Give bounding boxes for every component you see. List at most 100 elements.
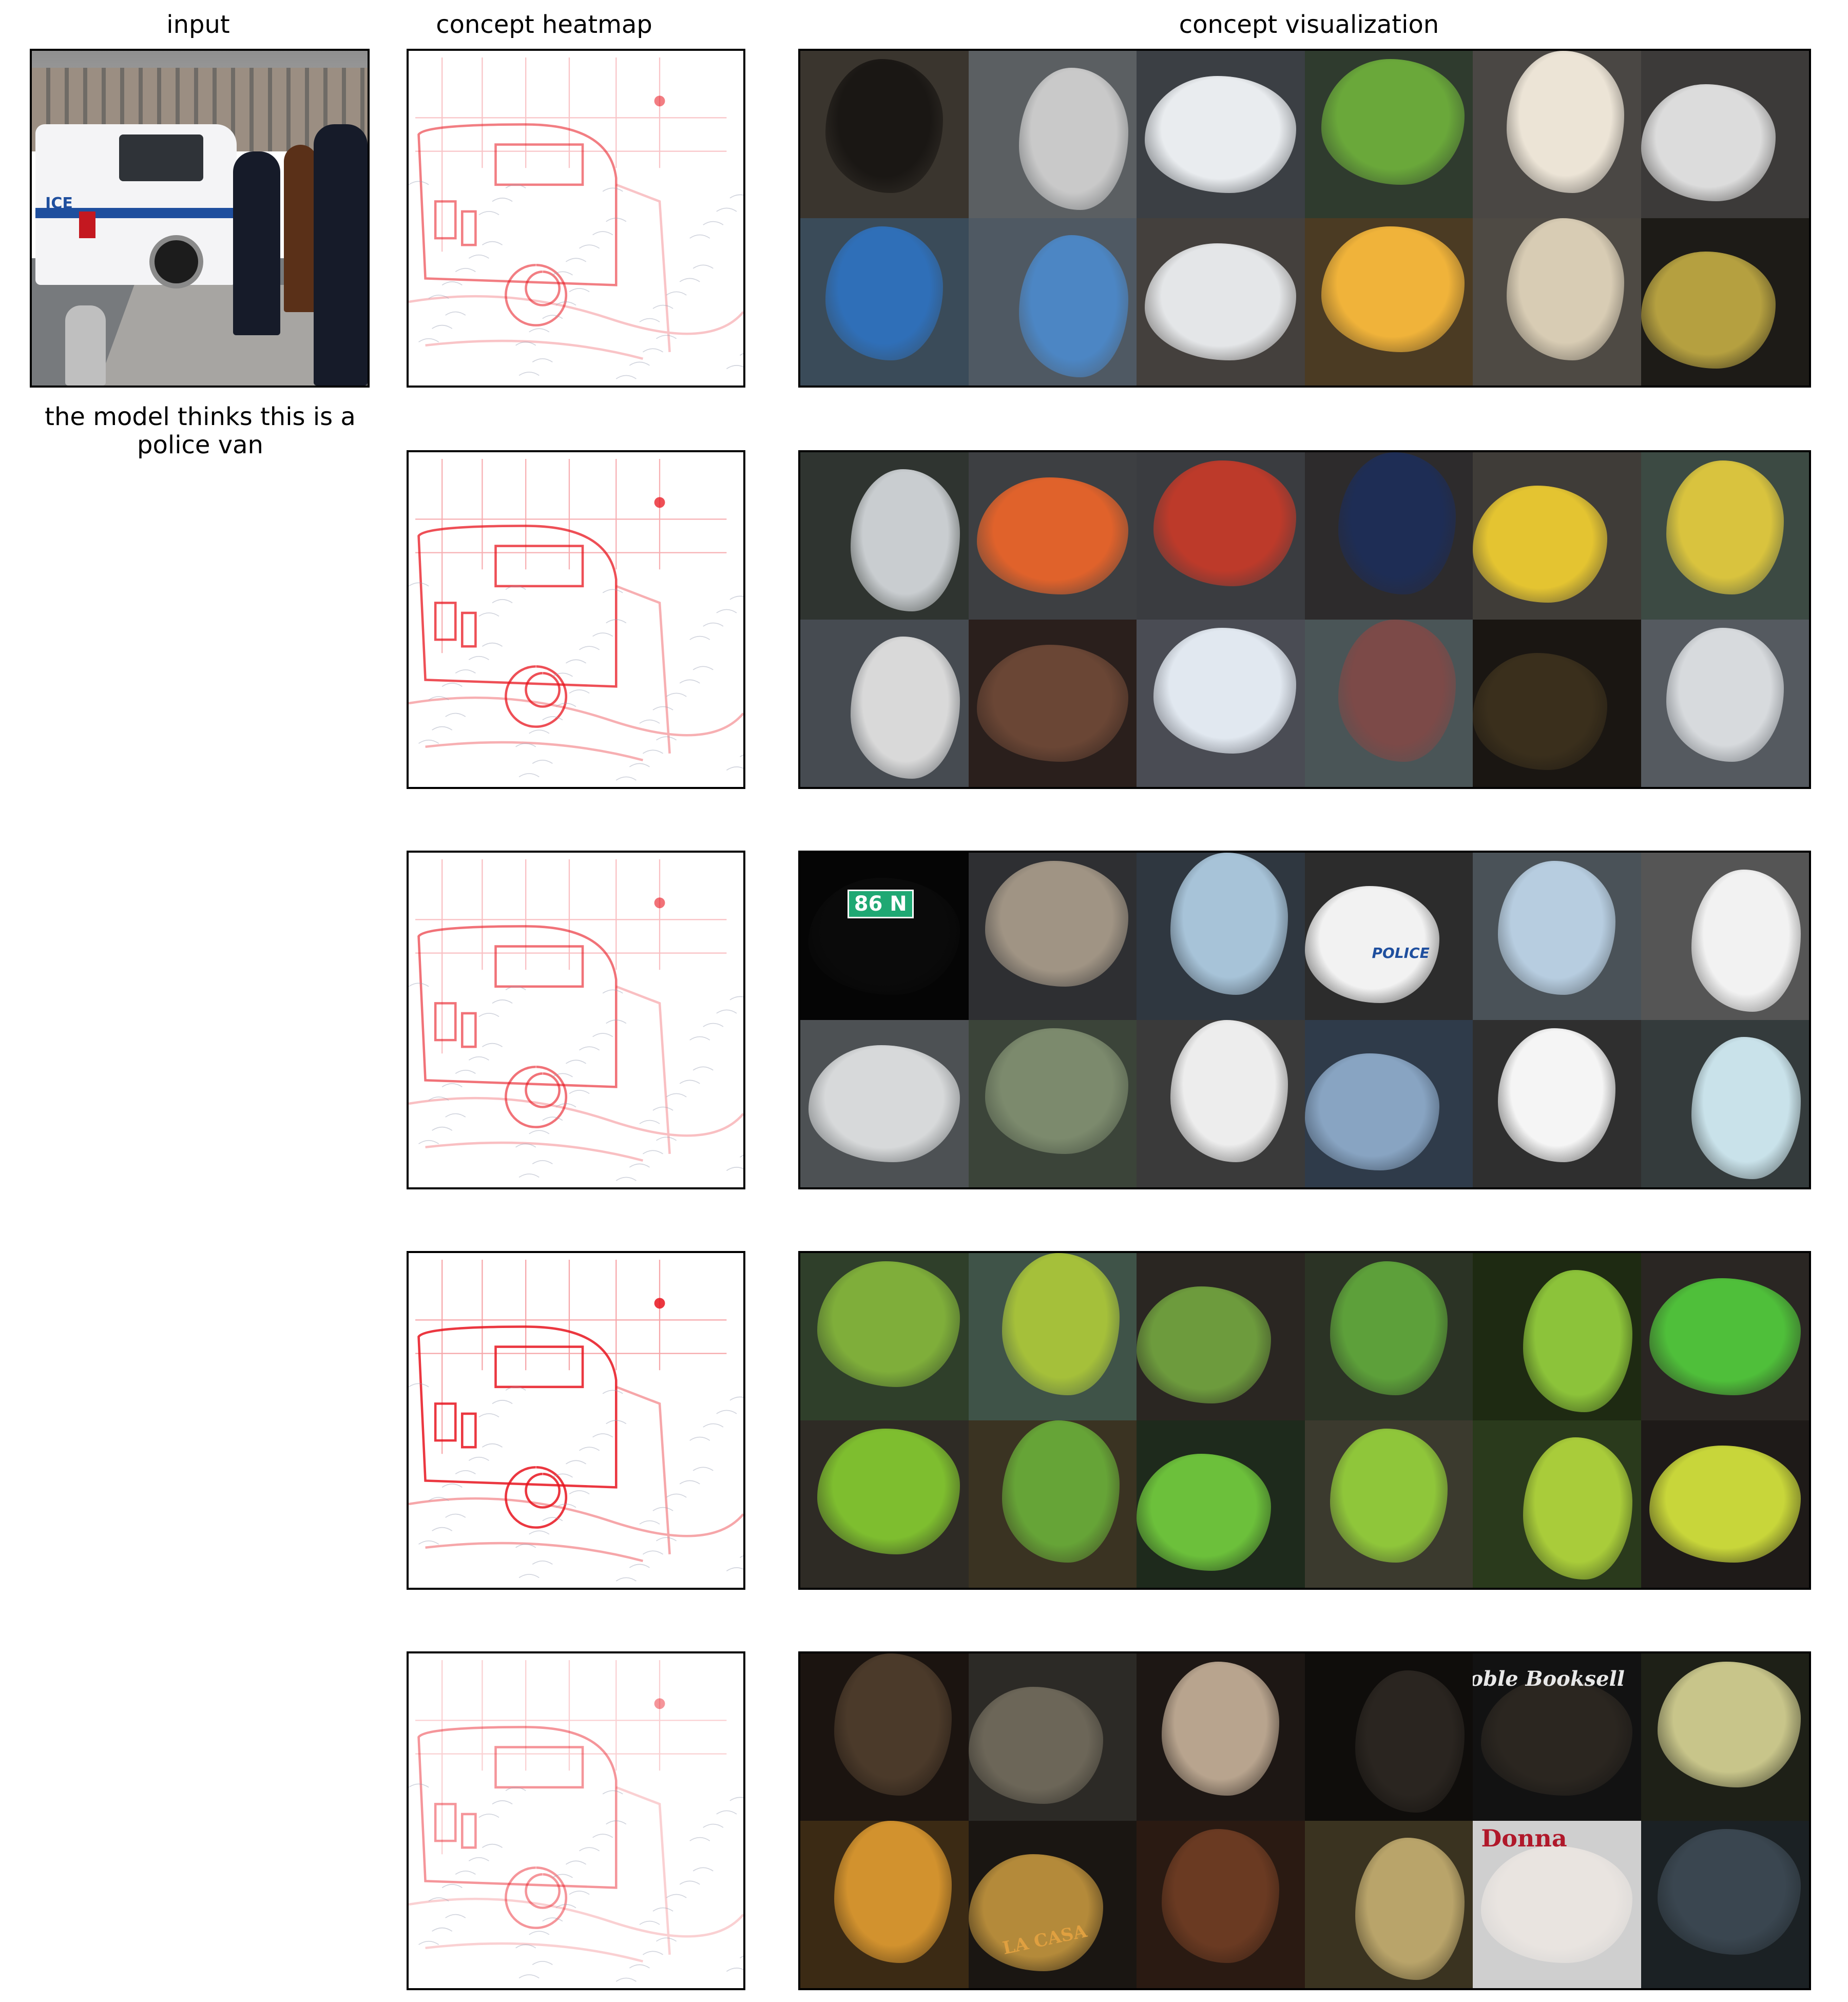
heatmap-texture	[468, 656, 489, 660]
concept-mask-region	[1666, 460, 1784, 595]
heatmap-texture	[441, 1484, 463, 1488]
heatmap-texture	[652, 706, 673, 710]
concept-tile-shop-window	[1304, 1821, 1473, 1988]
concept-tile-white-dog-face	[1473, 51, 1641, 218]
heatmap-texture	[482, 1843, 503, 1848]
heatmap-texture	[703, 1423, 724, 1428]
concept-mask-region	[1137, 1454, 1271, 1571]
heatmap-edge-6	[409, 1385, 743, 1563]
concept-mask-region	[825, 59, 944, 194]
heatmap-texture	[666, 1493, 687, 1498]
heatmap-texture	[579, 244, 600, 249]
heatmap-texture	[602, 187, 623, 192]
concept-tile-white-bus	[1137, 51, 1305, 218]
heatmap-texture	[729, 194, 743, 199]
concept-tile-snake-branch	[1137, 1253, 1305, 1420]
heatmap-texture	[492, 1800, 513, 1805]
heatmap-texture	[529, 1130, 550, 1134]
heatmap-edge-5	[434, 200, 477, 246]
heatmap-texture	[518, 1173, 540, 1178]
heatmap-texture	[445, 1914, 466, 1918]
concept-mask-region	[1330, 1429, 1448, 1563]
heatmap-texture	[569, 1090, 590, 1094]
concept-tile-joystick-black	[1473, 1020, 1641, 1187]
concept-tile-snake-dark	[1137, 1420, 1305, 1588]
heatmap-texture	[529, 729, 550, 734]
concept-mask-region	[1338, 452, 1456, 595]
heatmap-hotspot	[654, 497, 665, 508]
concept-mask-region	[1018, 67, 1128, 210]
heatmap-texture	[652, 1907, 673, 1912]
heatmap-texture	[716, 609, 737, 613]
heatmap-edge-6	[409, 1786, 743, 1963]
heatmap-texture	[445, 713, 466, 717]
concept-mask-region	[851, 636, 960, 779]
heatmap-texture	[615, 1177, 637, 1181]
heatmap-texture	[445, 1513, 466, 1518]
heatmap-texture	[455, 1870, 476, 1875]
concept-visualization-5: oble Booksell LA CASA Donna	[798, 1651, 1811, 1990]
concept-mask-region	[968, 1854, 1103, 1972]
heatmap-texture	[716, 1009, 737, 1014]
heatmap-texture	[518, 1574, 540, 1578]
input-officer-2	[283, 144, 317, 312]
concept-tile-suv-tow	[1641, 620, 1809, 787]
heatmap-texture	[629, 1564, 650, 1568]
heatmap-texture	[726, 365, 743, 370]
concept-tile-signal-sign	[1641, 1020, 1809, 1187]
concept-mask-region	[1649, 1278, 1801, 1396]
heatmap-texture	[418, 1140, 439, 1144]
heatmap-texture	[642, 749, 663, 754]
concept-mask-region	[817, 1261, 960, 1387]
concept-tile-police-van: POLICE	[1304, 853, 1473, 1020]
concept-mask-region	[1498, 861, 1616, 995]
concept-mask-region	[1170, 1020, 1288, 1163]
tile-text: POLICE	[1372, 945, 1430, 962]
heatmap-texture	[492, 198, 513, 202]
concept-mask-region	[985, 861, 1128, 987]
heatmap-texture	[492, 599, 513, 604]
heatmap-texture	[441, 1083, 463, 1088]
heatmap-texture	[565, 1460, 587, 1465]
heatmap-texture	[418, 1940, 439, 1945]
concept-tile-yellow-blue-bus	[1137, 218, 1305, 386]
concept-tile-bright-light	[1137, 1653, 1305, 1821]
concept-tile-green-snake-1	[800, 1253, 969, 1420]
heatmap-texture	[652, 304, 673, 309]
heatmap-texture	[615, 1577, 637, 1582]
concept-mask-region	[1691, 869, 1801, 1012]
heatmap-edge-2	[417, 123, 618, 286]
heatmap-edges	[409, 859, 743, 1181]
heatmap-texture	[468, 254, 489, 259]
heatmap-texture	[692, 1467, 714, 1471]
concept-tile-joystick	[1641, 853, 1809, 1020]
heatmap-texture	[468, 1456, 489, 1461]
input-image: ICE	[30, 49, 370, 388]
heatmap-texture	[432, 324, 453, 329]
heatmap-texture	[455, 267, 476, 272]
heatmap-texture	[542, 1116, 563, 1121]
heatmap-texture	[482, 1443, 503, 1448]
concept-tile-yellow-truck	[1473, 452, 1641, 620]
heatmap-texture	[532, 1961, 553, 1966]
concept-tile-bus-night	[1641, 218, 1809, 386]
heatmap-texture	[679, 1880, 700, 1885]
concept-mask-region	[1473, 486, 1607, 603]
heatmap-texture	[542, 315, 563, 319]
heatmap-texture	[642, 1550, 663, 1555]
heatmap-texture	[703, 622, 724, 627]
heatmap-texture	[529, 1530, 550, 1535]
concept-mask-region	[834, 1821, 952, 1964]
concept-tile-dog-face	[800, 51, 969, 218]
heatmap-texture	[656, 1937, 677, 1942]
heatmap-texture	[569, 1490, 590, 1495]
concept-tile-ambulance	[1137, 1020, 1305, 1187]
concept-mask-region	[1355, 1837, 1465, 1980]
heatmap-texture	[740, 754, 743, 757]
concept-mask-region	[834, 1653, 952, 1796]
concept-tile-blue-trolleybus	[800, 218, 969, 386]
heatmap-texture	[729, 996, 743, 1000]
heatmap-hotspot	[654, 95, 665, 107]
concept-tile-road-trees	[968, 1020, 1137, 1187]
heatmap-texture	[532, 358, 553, 363]
